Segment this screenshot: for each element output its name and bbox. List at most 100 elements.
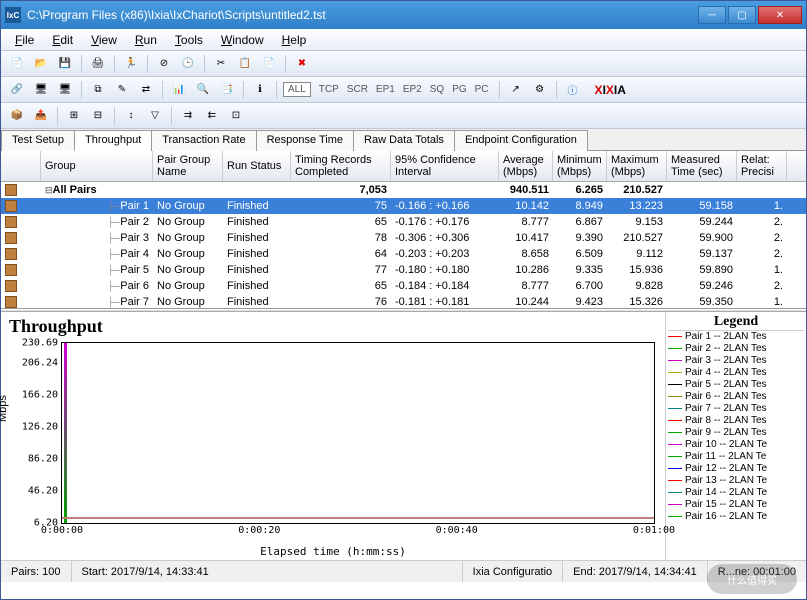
sort-icon[interactable]: ↕ (121, 106, 141, 126)
column-header[interactable]: Pair Group Name (153, 151, 223, 181)
copy-icon[interactable]: 📋 (235, 54, 255, 74)
column-header[interactable]: Group (41, 151, 153, 181)
edit-icon[interactable]: ✎ (112, 80, 132, 100)
column-header[interactable]: Run Status (223, 151, 291, 181)
new-icon[interactable]: 📄 (7, 54, 27, 74)
legend-item[interactable]: Pair 11 -- 2LAN Te (668, 451, 804, 463)
endpoint2-icon[interactable]: 🖥 (55, 80, 75, 100)
legend-item[interactable]: Pair 14 -- 2LAN Te (668, 487, 804, 499)
schedule-icon[interactable]: 🕒 (178, 54, 198, 74)
chart-legend[interactable]: Legend Pair 1 -- 2LAN TesPair 2 -- 2LAN … (666, 312, 806, 560)
tab-test-setup[interactable]: Test Setup (1, 130, 75, 151)
help-icon[interactable]: ⓘ (563, 80, 583, 100)
filter-ep1-button[interactable]: EP1 (372, 83, 399, 96)
legend-item[interactable]: Pair 13 -- 2LAN Te (668, 475, 804, 487)
column-header[interactable]: Minimum (Mbps) (553, 151, 607, 181)
table-row[interactable]: ├─ Pair 3No GroupFinished78-0.306 : +0.3… (1, 230, 806, 246)
legend-item[interactable]: Pair 10 -- 2LAN Te (668, 439, 804, 451)
minimize-button[interactable]: ─ (698, 6, 726, 24)
filter-sq-button[interactable]: SQ (426, 83, 448, 96)
expand-icon[interactable]: ⊞ (64, 106, 84, 126)
link-icon[interactable]: ⇉ (178, 106, 198, 126)
legend-item[interactable]: Pair 12 -- 2LAN Te (668, 463, 804, 475)
column-header[interactable]: Average (Mbps) (499, 151, 553, 181)
menu-edit[interactable]: Edit (44, 31, 81, 49)
legend-item[interactable]: Pair 6 -- 2LAN Tes (668, 391, 804, 403)
stop-icon[interactable]: ⊘ (154, 54, 174, 74)
plot-area[interactable]: 230.69206.24166.20126.2086.2046.206.200:… (61, 342, 655, 524)
status-bar: Pairs: 100 Start: 2017/9/14, 14:33:41 Ix… (1, 560, 806, 582)
cut-icon[interactable]: ✂ (211, 54, 231, 74)
grid-header: GroupPair Group NameRun StatusTiming Rec… (1, 151, 806, 182)
table-row[interactable]: ├─ Pair 1No GroupFinished75-0.166 : +0.1… (1, 198, 806, 214)
legend-item[interactable]: Pair 1 -- 2LAN Tes (668, 331, 804, 343)
menu-run[interactable]: Run (127, 31, 165, 49)
swap-icon[interactable]: ⇄ (136, 80, 156, 100)
export-icon[interactable]: ↗ (506, 80, 526, 100)
y-tick: 86.20 (28, 453, 62, 464)
legend-item[interactable]: Pair 8 -- 2LAN Tes (668, 415, 804, 427)
filter-tcp-button[interactable]: TCP (315, 83, 343, 96)
legend-item[interactable]: Pair 2 -- 2LAN Tes (668, 343, 804, 355)
menu-view[interactable]: View (83, 31, 125, 49)
column-header[interactable]: Timing Records Completed (291, 151, 391, 181)
pair-icon[interactable]: 🔗 (7, 80, 27, 100)
run-icon[interactable]: 🏃 (121, 54, 141, 74)
settings-icon[interactable]: ⚙ (530, 80, 550, 100)
filter-scr-button[interactable]: SCR (343, 83, 372, 96)
table-row[interactable]: ├─ Pair 4No GroupFinished64-0.203 : +0.2… (1, 246, 806, 262)
table-row[interactable]: ├─ Pair 7No GroupFinished76-0.181 : +0.1… (1, 294, 806, 309)
info-icon[interactable]: ℹ (250, 80, 270, 100)
unlink-icon[interactable]: ⇇ (202, 106, 222, 126)
group-icon[interactable]: 📦 (7, 106, 27, 126)
results-grid[interactable]: GroupPair Group NameRun StatusTiming Rec… (1, 151, 806, 309)
endpoint1-icon[interactable]: 🖥 (31, 80, 51, 100)
legend-item[interactable]: Pair 5 -- 2LAN Tes (668, 379, 804, 391)
x-tick: 0:00:00 (41, 523, 83, 536)
legend-item[interactable]: Pair 7 -- 2LAN Tes (668, 403, 804, 415)
delete-icon[interactable]: ✖ (292, 54, 312, 74)
tab-transaction-rate[interactable]: Transaction Rate (151, 130, 256, 151)
filter-pc-button[interactable]: PC (471, 83, 493, 96)
menu-file[interactable]: File (7, 31, 42, 49)
report-icon[interactable]: 📑 (217, 80, 237, 100)
filter-ep2-button[interactable]: EP2 (399, 83, 426, 96)
filter-all-button[interactable]: ALL (283, 82, 311, 97)
open-icon[interactable]: 📂 (31, 54, 51, 74)
legend-item[interactable]: Pair 16 -- 2LAN Te (668, 511, 804, 523)
print-icon[interactable]: 🖨 (88, 54, 108, 74)
legend-item[interactable]: Pair 9 -- 2LAN Tes (668, 427, 804, 439)
zoom-icon[interactable]: 🔍 (193, 80, 213, 100)
paste-icon[interactable]: 📄 (259, 54, 279, 74)
menu-window[interactable]: Window (213, 31, 272, 49)
collapse-icon[interactable]: ⊟ (88, 106, 108, 126)
tab-endpoint-configuration[interactable]: Endpoint Configuration (454, 130, 588, 151)
chart-title: Throughput (9, 316, 657, 337)
ungroup-icon[interactable]: 📤 (31, 106, 51, 126)
chart-icon[interactable]: 📊 (169, 80, 189, 100)
column-header[interactable]: Measured Time (sec) (667, 151, 737, 181)
legend-item[interactable]: Pair 4 -- 2LAN Tes (668, 367, 804, 379)
total-row[interactable]: ⊟ All Pairs7,053940.5116.265210.527 (1, 182, 806, 198)
table-row[interactable]: ├─ Pair 6No GroupFinished65-0.184 : +0.1… (1, 278, 806, 294)
column-header[interactable]: Maximum (Mbps) (607, 151, 667, 181)
table-row[interactable]: ├─ Pair 5No GroupFinished77-0.180 : +0.1… (1, 262, 806, 278)
table-row[interactable]: ├─ Pair 2No GroupFinished65-0.176 : +0.1… (1, 214, 806, 230)
legend-item[interactable]: Pair 15 -- 2LAN Te (668, 499, 804, 511)
menu-tools[interactable]: Tools (167, 31, 211, 49)
column-header[interactable]: Relat: Precisi (737, 151, 787, 181)
close-button[interactable]: ✕ (758, 6, 802, 24)
arrange-icon[interactable]: ⊡ (226, 106, 246, 126)
filter-icon[interactable]: ▽ (145, 106, 165, 126)
tab-raw-data-totals[interactable]: Raw Data Totals (353, 130, 455, 151)
clone-icon[interactable]: ⧉ (88, 80, 108, 100)
tab-throughput[interactable]: Throughput (74, 130, 152, 151)
column-header[interactable]: 95% Confidence Interval (391, 151, 499, 181)
filter-pg-button[interactable]: PG (448, 83, 470, 96)
legend-item[interactable]: Pair 3 -- 2LAN Tes (668, 355, 804, 367)
column-header[interactable] (1, 151, 41, 181)
save-icon[interactable]: 💾 (55, 54, 75, 74)
menu-help[interactable]: Help (274, 31, 315, 49)
tab-response-time[interactable]: Response Time (256, 130, 354, 151)
maximize-button[interactable]: ▢ (728, 6, 756, 24)
